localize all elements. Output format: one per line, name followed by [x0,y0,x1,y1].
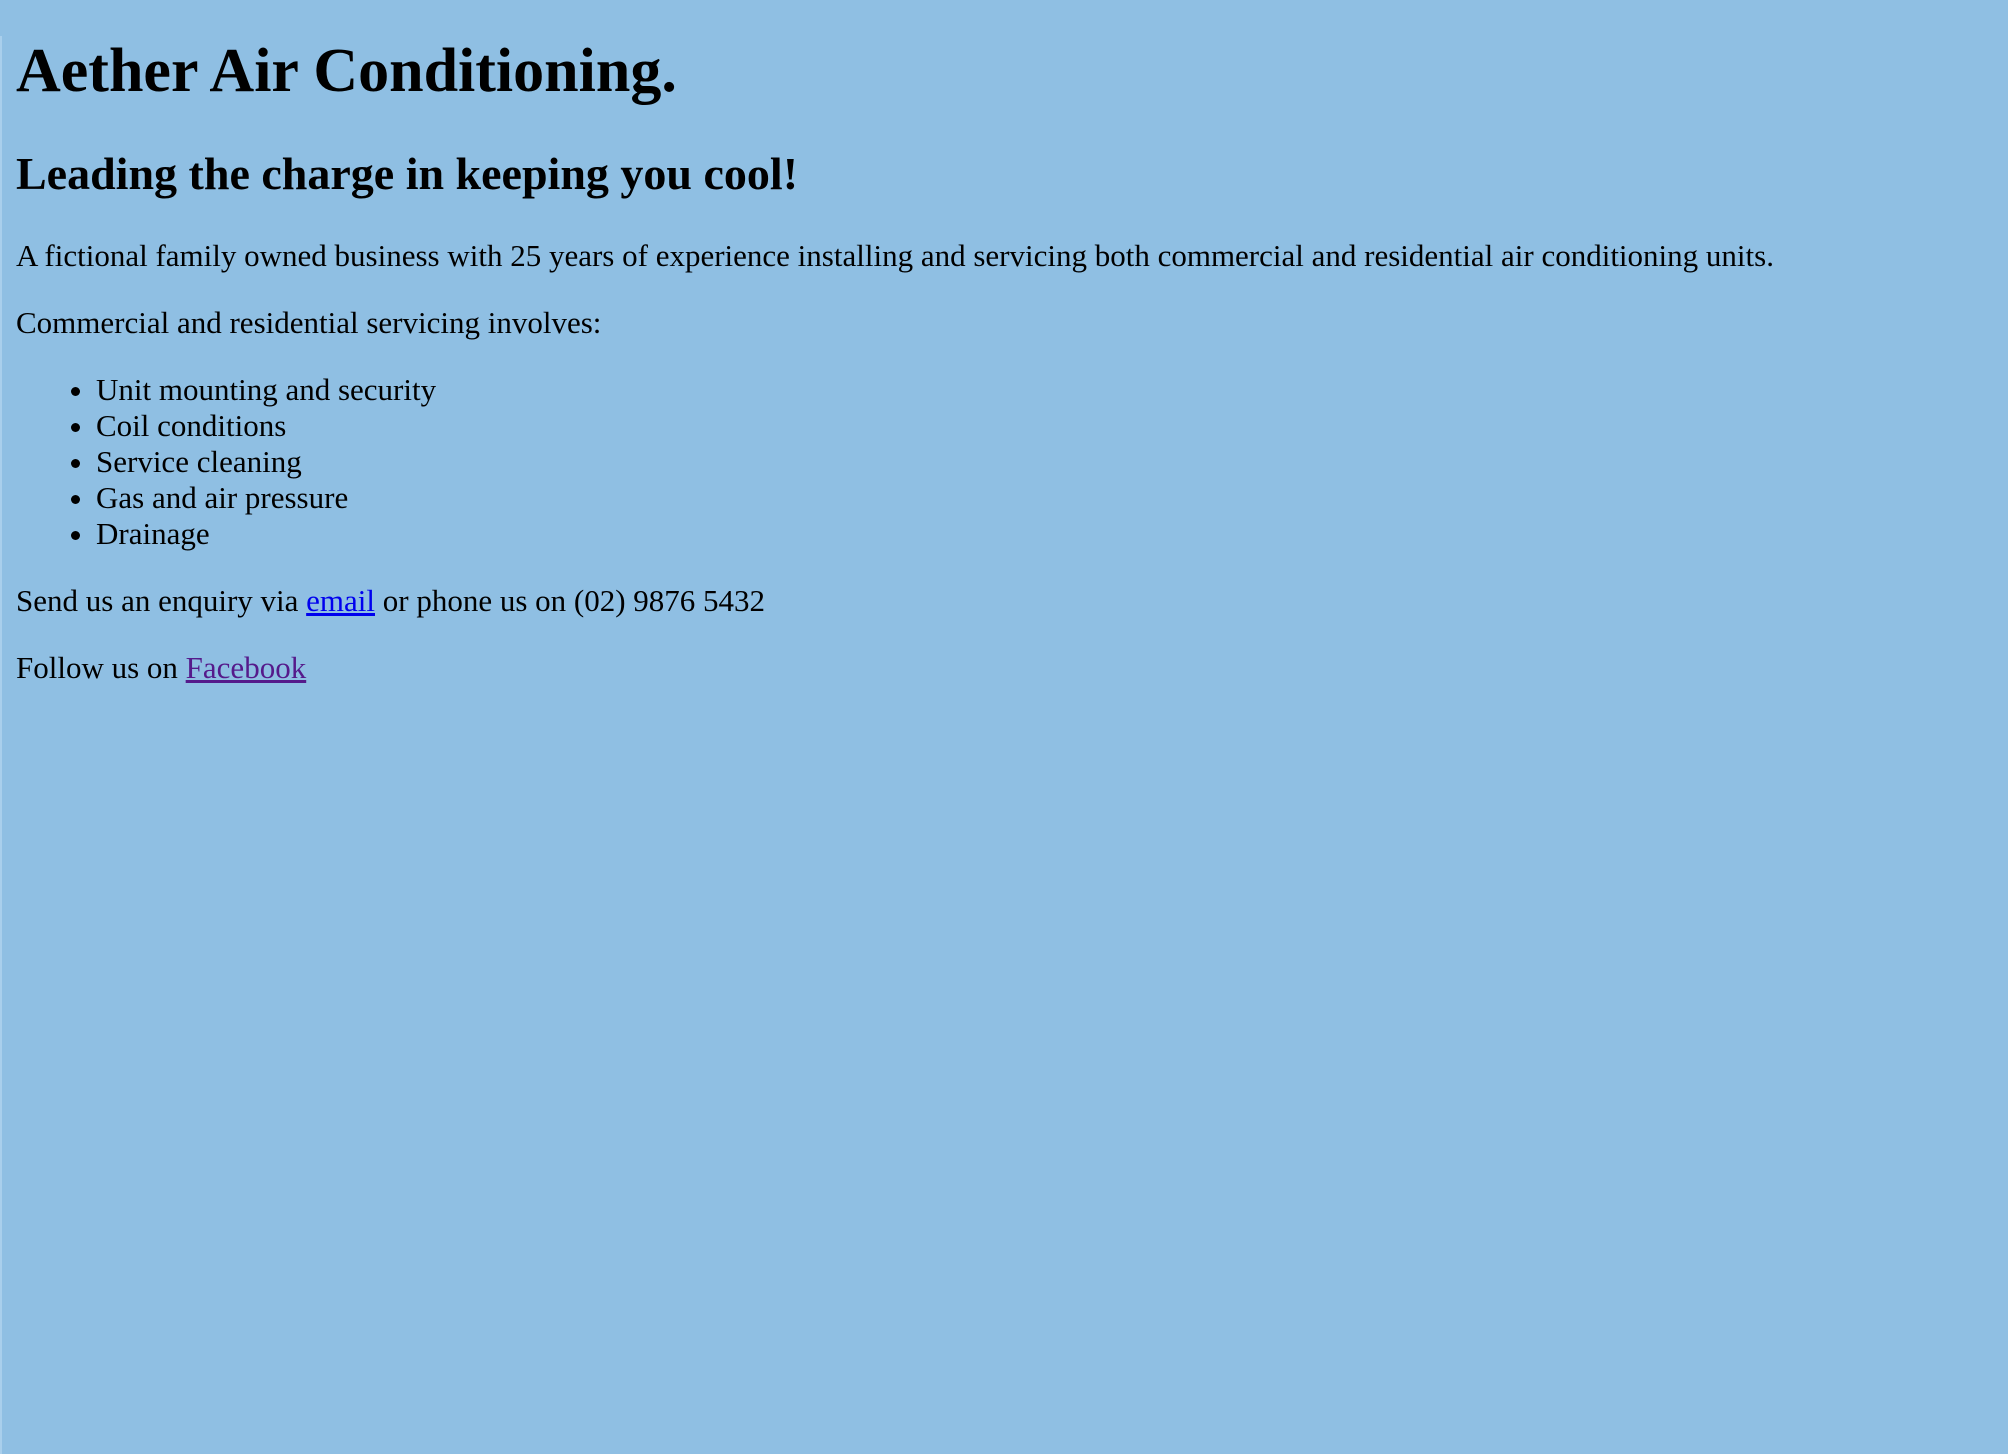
contact-prefix: Send us an enquiry via [16,583,307,618]
email-link[interactable]: email [306,583,375,618]
social-line: Follow us on Facebook [16,650,1994,686]
list-item: Service cleaning [96,444,1994,480]
list-item: Coil conditions [96,408,1994,444]
list-item: Unit mounting and security [96,372,1994,408]
list-item: Drainage [96,516,1994,552]
services-list: Unit mounting and security Coil conditio… [16,372,1994,552]
tagline: Leading the charge in keeping you cool! [16,148,799,199]
page-content: Aether Air Conditioning. Leading the cha… [2,36,2008,686]
social-prefix: Follow us on [16,650,186,685]
facebook-link[interactable]: Facebook [186,650,307,685]
page-title: Aether Air Conditioning. [16,37,677,105]
contact-suffix: or phone us on (02) 9876 5432 [375,583,766,618]
contact-line: Send us an enquiry via email or phone us… [16,583,1994,619]
services-heading: Commercial and residential servicing inv… [16,305,602,340]
intro-text: A fictional family owned business with 2… [16,238,1774,273]
list-item: Gas and air pressure [96,480,1994,516]
